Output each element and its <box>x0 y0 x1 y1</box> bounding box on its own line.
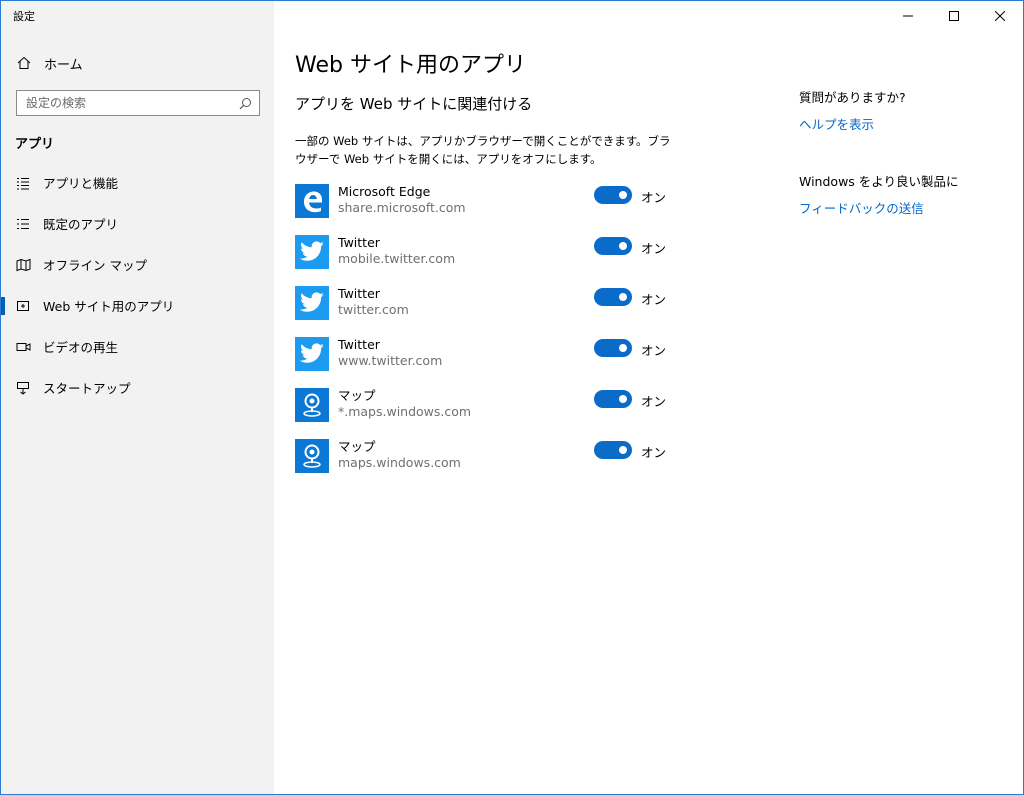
toggle-state-label: オン <box>641 292 667 307</box>
toggle-knob <box>619 242 627 250</box>
search-input[interactable] <box>26 96 237 110</box>
sidebar-item-label: スタートアップ <box>43 381 131 396</box>
app-name: Microsoft Edge <box>338 184 431 199</box>
twitter-icon <box>295 286 329 320</box>
sidebar-item-label: Web サイト用のアプリ <box>43 299 175 314</box>
app-row: Twitter www.twitter.com オン <box>295 337 667 388</box>
app-text: Microsoft Edge share.microsoft.com <box>338 184 466 216</box>
toggle-state-label: オン <box>641 343 667 358</box>
video-icon <box>15 339 31 355</box>
toggle-knob <box>619 344 627 352</box>
sidebar-item-startup[interactable]: スタートアップ <box>1 367 274 408</box>
search-icon[interactable] <box>237 95 253 111</box>
help-question: 質問がありますか? <box>799 90 906 105</box>
app-text: マップ maps.windows.com <box>338 439 461 471</box>
app-text: Twitter www.twitter.com <box>338 337 442 369</box>
app-url: maps.windows.com <box>338 455 461 470</box>
related-panel: 質問がありますか? ヘルプを表示 Windows をより良い製品に フィードバッ… <box>799 87 1009 217</box>
toggle-knob <box>619 293 627 301</box>
feedback-link[interactable]: フィードバックの送信 <box>799 198 1009 217</box>
window-title: 設定 <box>13 10 35 23</box>
app-url: www.twitter.com <box>338 353 443 368</box>
app-toggle[interactable] <box>594 390 632 408</box>
app-row: Twitter mobile.twitter.com オン <box>295 235 667 286</box>
home-icon <box>16 55 32 71</box>
sidebar-item-web-apps[interactable]: Web サイト用のアプリ <box>1 285 274 326</box>
app-toggle[interactable] <box>594 339 632 357</box>
toggle-state-label: オン <box>641 190 667 205</box>
sidebar-item-label: ビデオの再生 <box>43 340 119 355</box>
app-name: Twitter <box>338 337 380 352</box>
section-subtitle: アプリを Web サイトに関連付ける <box>295 95 533 113</box>
toggle-state-label: オン <box>641 445 667 460</box>
app-toggle[interactable] <box>594 237 632 255</box>
page-title: Web サイト用のアプリ <box>295 53 526 78</box>
map-icon <box>15 257 31 273</box>
app-name: Twitter <box>338 286 380 301</box>
app-text: Twitter mobile.twitter.com <box>338 235 455 267</box>
web-apps-icon <box>15 298 31 314</box>
toggle-knob <box>619 446 627 454</box>
app-name: Twitter <box>338 235 380 250</box>
toggle-knob <box>619 191 627 199</box>
app-row: マップ maps.windows.com オン <box>295 439 667 490</box>
sidebar-item-label: 既定のアプリ <box>43 217 119 232</box>
search-box[interactable] <box>16 90 260 116</box>
app-row: Twitter twitter.com オン <box>295 286 667 337</box>
sidebar-item-apps-features[interactable]: アプリと機能 <box>1 162 274 203</box>
app-name: マップ <box>338 388 376 403</box>
app-url: mobile.twitter.com <box>338 251 456 266</box>
edge-icon <box>295 184 329 218</box>
app-row: Microsoft Edge share.microsoft.com オン <box>295 184 667 235</box>
startup-icon <box>15 380 31 396</box>
list-icon <box>15 175 31 191</box>
app-row: マップ *.maps.windows.com オン <box>295 388 667 439</box>
app-list: Microsoft Edge share.microsoft.com オン Tw… <box>295 184 667 490</box>
list-check-icon <box>15 216 31 232</box>
app-toggle[interactable] <box>594 288 632 306</box>
sidebar: 設定 ホーム アプリ アプリと機能 <box>1 1 274 794</box>
sidebar-item-default-apps[interactable]: 既定のアプリ <box>1 203 274 244</box>
twitter-icon <box>295 235 329 269</box>
app-url: share.microsoft.com <box>338 200 466 215</box>
maps-icon <box>295 388 329 422</box>
settings-window: 設定 ホーム アプリ アプリと機能 <box>0 0 1024 795</box>
sidebar-item-video-playback[interactable]: ビデオの再生 <box>1 326 274 367</box>
sidebar-item-offline-maps[interactable]: オフライン マップ <box>1 244 274 285</box>
feedback-prompt: Windows をより良い製品に <box>799 174 959 189</box>
main-content: Web サイト用のアプリ アプリを Web サイトに関連付ける 一部の Web … <box>274 1 1023 794</box>
app-text: マップ *.maps.windows.com <box>338 388 471 420</box>
app-url: twitter.com <box>338 302 409 317</box>
toggle-state-label: オン <box>641 241 667 256</box>
maps-icon <box>295 439 329 473</box>
sidebar-item-label: アプリと機能 <box>43 176 119 191</box>
app-name: マップ <box>338 439 376 454</box>
toggle-state-label: オン <box>641 394 667 409</box>
home-label: ホーム <box>44 57 83 73</box>
app-toggle[interactable] <box>594 441 632 459</box>
toggle-knob <box>619 395 627 403</box>
description-text: 一部の Web サイトは、アプリかブラウザーで開くことができます。ブラウザーで … <box>295 134 671 166</box>
app-text: Twitter twitter.com <box>338 286 409 318</box>
nav-list: アプリと機能 既定のアプリ オフライン マップ Web サイト用のアプリ ビデオ… <box>1 162 274 408</box>
app-url: *.maps.windows.com <box>338 404 472 419</box>
section-heading: アプリ <box>15 137 55 152</box>
help-link[interactable]: ヘルプを表示 <box>799 114 1009 133</box>
twitter-icon <box>295 337 329 371</box>
app-toggle[interactable] <box>594 186 632 204</box>
sidebar-item-label: オフライン マップ <box>43 258 147 273</box>
home-nav-item[interactable]: ホーム <box>1 47 274 79</box>
